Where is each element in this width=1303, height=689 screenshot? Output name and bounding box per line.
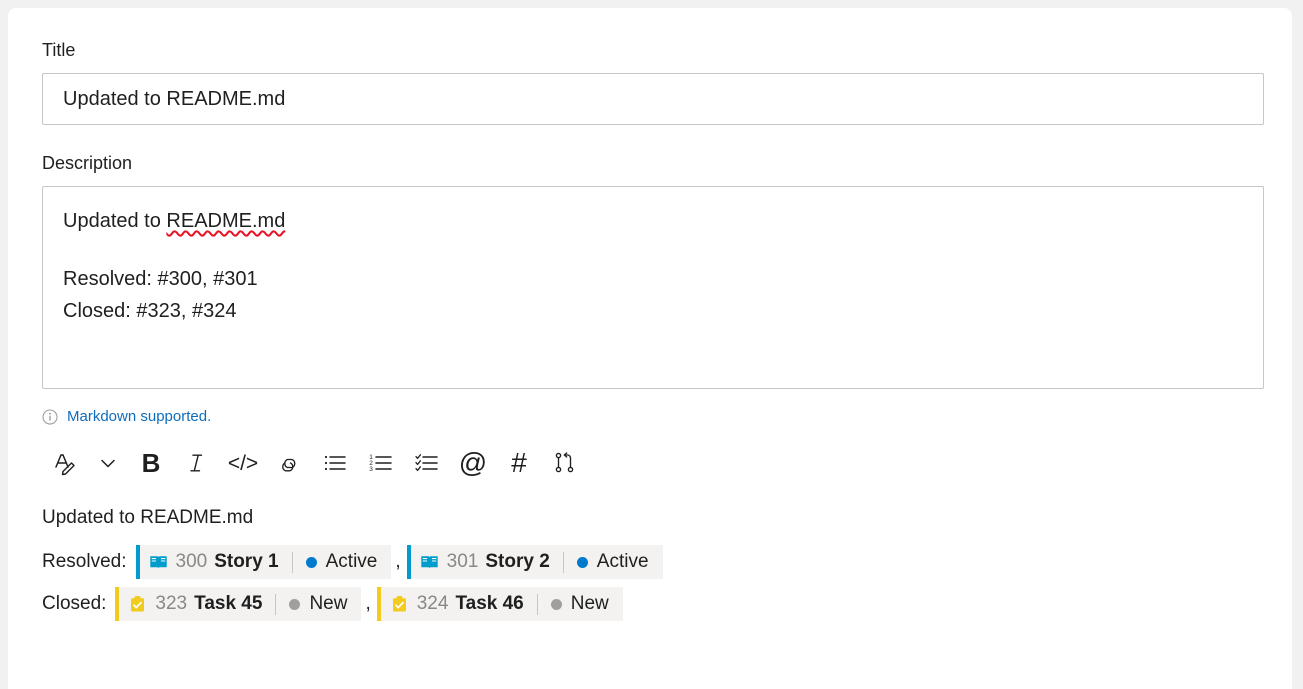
chip-divider (536, 593, 538, 615)
preview-row-closed: Closed: 323 Task 45 New , 324 Task 46 Ne… (42, 587, 1264, 621)
form-content: Title Description Updated to README.md R… (42, 38, 1264, 621)
markdown-supported-link[interactable]: Markdown supported. (67, 407, 211, 427)
chevron-down-icon[interactable] (88, 440, 128, 486)
description-label: Description (42, 153, 133, 173)
chip-divider (275, 593, 277, 615)
checklist-icon[interactable] (404, 440, 450, 486)
chip-separator: , (365, 593, 371, 614)
work-item-id: 300 (175, 551, 208, 572)
work-item-chip-323[interactable]: 323 Task 45 New (115, 587, 362, 621)
hashtag-icon[interactable]: # (496, 440, 542, 486)
markdown-hint: Markdown supported. (42, 406, 1264, 428)
task-icon (390, 595, 409, 614)
work-item-chip-300[interactable]: 300 Story 1 Active (135, 545, 392, 579)
bold-icon[interactable]: B (128, 440, 174, 486)
description-line-4: Closed: #323, #324 (63, 300, 237, 322)
work-item-form-panel: Title Description Updated to README.md R… (8, 8, 1292, 689)
work-item-chip-324[interactable]: 324 Task 46 New (376, 587, 623, 621)
mention-icon[interactable]: @ (450, 440, 496, 486)
chip-divider (562, 551, 564, 573)
description-line-1-prefix: Updated to (63, 210, 167, 232)
work-item-id: 323 (155, 593, 188, 614)
work-item-state: New (570, 593, 609, 614)
task-icon (128, 595, 147, 614)
numbered-list-icon[interactable]: 1 2 3 (358, 440, 404, 486)
chip-separator: , (395, 551, 401, 572)
state-dot-new (550, 598, 562, 610)
pull-request-icon[interactable] (542, 440, 588, 486)
work-item-title: Story 2 (485, 551, 550, 572)
work-item-title: Task 45 (194, 593, 263, 614)
state-dot-active (576, 556, 588, 568)
work-item-id: 301 (446, 551, 479, 572)
work-item-state: Active (325, 551, 378, 572)
preview-heading: Updated to README.md (42, 507, 254, 528)
work-item-state: Active (596, 551, 649, 572)
description-spellcheck-word: README.md (166, 210, 286, 232)
preview-row-resolved: Resolved: 300 Story 1 Active , 301 Story… (42, 545, 1264, 579)
title-input[interactable] (42, 73, 1264, 125)
formatting-toolbar: B </> 1 2 3 @ # (42, 440, 1264, 486)
title-label: Title (42, 40, 76, 60)
chip-divider (291, 551, 293, 573)
user-story-icon (149, 553, 168, 572)
font-style-icon[interactable] (42, 440, 88, 486)
closed-label: Closed: (42, 593, 107, 614)
code-icon[interactable]: </> (220, 440, 266, 486)
work-item-title: Task 46 (455, 593, 524, 614)
description-blank-line (63, 237, 1243, 263)
bulleted-list-icon[interactable] (312, 440, 358, 486)
bold-glyph: B (141, 448, 161, 478)
state-dot-new (289, 598, 301, 610)
mention-glyph: @ (458, 447, 488, 478)
link-icon[interactable] (266, 440, 312, 486)
description-line-3: Resolved: #300, #301 (63, 268, 258, 290)
resolved-label: Resolved: (42, 551, 127, 572)
svg-text:3: 3 (369, 466, 373, 473)
work-item-title: Story 1 (214, 551, 279, 572)
state-dot-active (305, 556, 317, 568)
code-glyph: </> (227, 451, 259, 475)
work-item-state: New (309, 593, 348, 614)
hashtag-glyph: # (511, 447, 527, 478)
work-item-chip-301[interactable]: 301 Story 2 Active (406, 545, 663, 579)
info-icon (42, 409, 58, 425)
description-textarea[interactable]: Updated to README.md Resolved: #300, #30… (42, 186, 1264, 389)
work-item-id: 324 (416, 593, 449, 614)
italic-icon[interactable] (174, 440, 220, 486)
description-line-1: Updated to README.md (63, 205, 1243, 237)
user-story-icon (420, 553, 439, 572)
